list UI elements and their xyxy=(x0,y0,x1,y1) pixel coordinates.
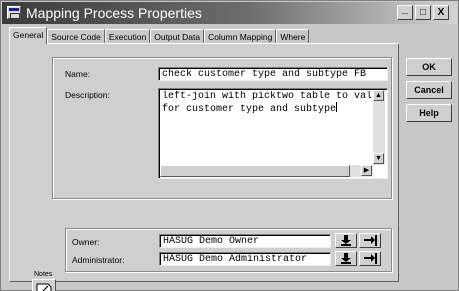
description-vscrollbar[interactable]: ▲ ▼ xyxy=(373,90,385,165)
ok-button[interactable]: OK xyxy=(406,58,452,76)
notes-button[interactable] xyxy=(32,279,56,291)
arrow-to-bar-icon xyxy=(364,253,377,264)
administrator-field[interactable]: HASUG Demo Administrator xyxy=(159,252,331,266)
administrator-label: Administrator: xyxy=(72,255,125,265)
title-bar[interactable]: Mapping Process Properties xyxy=(2,2,457,24)
scroll-right-button[interactable]: ▶ xyxy=(361,165,372,176)
cancel-button[interactable]: Cancel xyxy=(406,81,452,99)
name-label: Name: xyxy=(65,69,91,79)
download-icon xyxy=(341,235,351,246)
tab-strip: General Source Code Execution Output Dat… xyxy=(9,27,310,44)
notes-icon xyxy=(36,283,52,291)
tab-output-data[interactable]: Output Data xyxy=(150,29,205,44)
tab-execution[interactable]: Execution xyxy=(104,29,151,44)
download-icon xyxy=(341,253,351,264)
window-title: Mapping Process Properties xyxy=(26,5,202,21)
general-panel: Name: check customer type and subtype FB… xyxy=(9,44,399,291)
description-label: Description: xyxy=(65,90,110,100)
tab-general[interactable]: General xyxy=(9,27,48,44)
tab-source-code[interactable]: Source Code xyxy=(47,29,105,44)
dialog-window: Mapping Process Properties General Sourc… xyxy=(0,0,459,291)
scroll-down-button[interactable]: ▼ xyxy=(373,153,384,164)
tab-column-mapping[interactable]: Column Mapping xyxy=(204,29,277,44)
name-field[interactable]: check customer type and subtype FB xyxy=(158,67,388,81)
app-icon[interactable] xyxy=(7,6,21,19)
close-button[interactable] xyxy=(433,5,449,20)
owner-download-button[interactable] xyxy=(335,233,357,248)
tab-where[interactable]: Where xyxy=(276,29,310,44)
scroll-up-button[interactable]: ▲ xyxy=(373,90,384,101)
hscroll-thumb[interactable] xyxy=(160,165,350,177)
administrator-assign-button[interactable] xyxy=(359,251,381,266)
owner-assign-button[interactable] xyxy=(359,233,381,248)
arrow-to-bar-icon xyxy=(364,235,377,246)
minimize-button[interactable] xyxy=(397,5,413,20)
description-field[interactable]: left-join with picktwo table to valid fo… xyxy=(158,88,388,179)
window-controls xyxy=(397,5,449,21)
notes-label: Notes xyxy=(34,271,53,278)
administrator-download-button[interactable] xyxy=(335,251,357,266)
description-hscrollbar[interactable]: ▶ xyxy=(160,165,373,177)
description-line-2: for customer type and subtype xyxy=(162,104,337,115)
description-line-1: left-join with picktwo table to valid xyxy=(162,91,372,102)
help-button[interactable]: Help xyxy=(406,104,452,122)
text-caret xyxy=(336,102,338,112)
owner-field[interactable]: HASUG Demo Owner xyxy=(159,234,331,248)
description-text: left-join with picktwo table to valid fo… xyxy=(162,91,372,117)
owner-label: Owner: xyxy=(72,237,100,247)
maximize-button[interactable] xyxy=(415,5,431,20)
